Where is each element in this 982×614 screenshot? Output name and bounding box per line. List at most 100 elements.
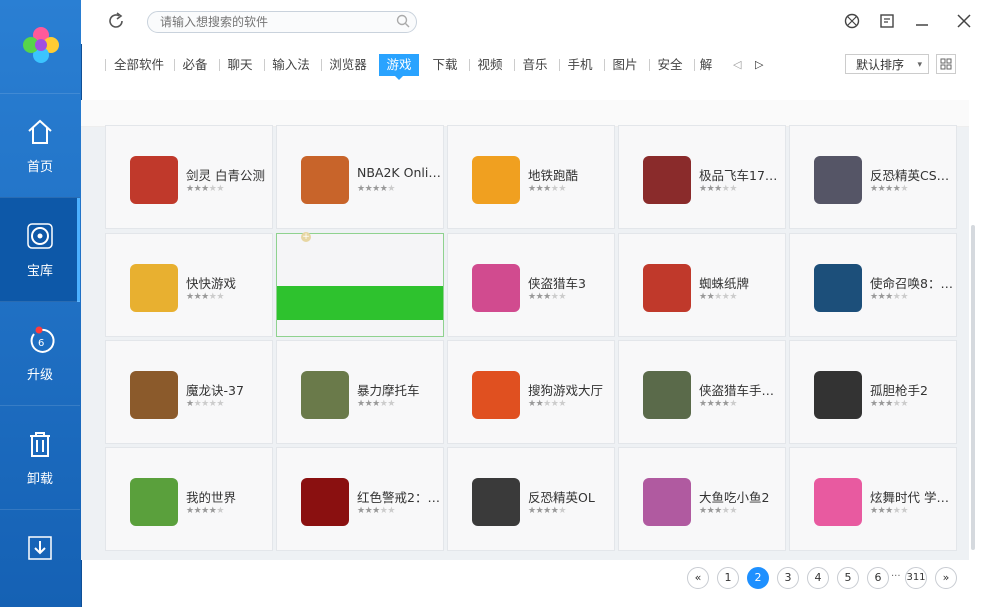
settings-icon[interactable] — [878, 12, 896, 30]
game-name: 使命召唤8：现... — [870, 276, 956, 291]
star-icon: ★ — [528, 506, 536, 516]
sidebar-item-home[interactable]: 首页 — [0, 93, 80, 198]
game-name: 侠盗猎车3 — [528, 276, 586, 291]
game-card[interactable]: 反恐精英CS1.5 ★★★★★ — [789, 125, 957, 229]
game-card[interactable]: 剑灵 白青公测 ★★★★★ — [105, 125, 273, 229]
sidebar-item-upgrade[interactable]: 6 升级 — [0, 301, 80, 406]
star-icon: ★ — [699, 506, 707, 516]
game-card[interactable]: 魔龙诀-37 ★★★★★ — [105, 340, 273, 444]
tab-download[interactable]: 下载 — [427, 54, 463, 76]
add-icon[interactable]: + — [301, 232, 311, 242]
game-card[interactable]: 搜狗游戏大厅 ★★★★★ — [447, 340, 615, 444]
star-rating: ★★★★★ — [699, 506, 737, 516]
page-button[interactable]: 2 — [747, 567, 769, 589]
page-button[interactable]: 1 — [717, 567, 739, 589]
tab-essentials[interactable]: 必备 — [177, 54, 213, 76]
tab-music[interactable]: 音乐 — [517, 54, 553, 76]
game-name: 红色警戒2：尤... — [357, 490, 443, 505]
tabs-prev-icon[interactable]: ◁ — [733, 58, 741, 71]
star-icon: ★ — [729, 292, 737, 302]
game-name: 蜘蛛纸牌 — [699, 276, 750, 291]
game-card[interactable]: 暴力摩托车 ★★★★★ — [276, 340, 444, 444]
star-rating: ★★★★★ — [528, 292, 566, 302]
tab-more[interactable]: 解 — [697, 54, 715, 76]
first-page-icon[interactable]: « — [687, 567, 709, 589]
search-icon[interactable] — [396, 14, 410, 28]
game-card[interactable]: 使命召唤8：现... ★★★★★ — [789, 233, 957, 337]
sort-dropdown[interactable]: 默认排序 ▾ — [845, 54, 929, 74]
scrollbar[interactable] — [971, 225, 975, 550]
star-icon: ★ — [558, 399, 566, 409]
tab-browser[interactable]: 浏览器 — [324, 54, 372, 76]
refresh-icon[interactable] — [107, 12, 125, 30]
minecraft-icon — [130, 478, 178, 526]
tab-divider — [469, 59, 470, 71]
star-icon: ★ — [528, 184, 536, 194]
game-card[interactable]: 反恐精英OL ★★★★★ — [447, 447, 615, 551]
game-card[interactable]: 孤胆枪手2 ★★★★★ — [789, 340, 957, 444]
game-card[interactable]: 侠盗猎车手：... ★★★★★ — [618, 340, 786, 444]
game-card[interactable]: 大鱼吃小鱼2 ★★★★★ — [618, 447, 786, 551]
star-icon: ★ — [216, 292, 224, 302]
page-button[interactable]: 3 — [777, 567, 799, 589]
star-rating: ★★★★★ — [357, 506, 395, 516]
grid-view-button[interactable] — [936, 54, 956, 74]
star-icon: ★ — [216, 184, 224, 194]
game-name: 反恐精英CS1.5 — [870, 168, 956, 183]
game-name: 快快游戏 — [186, 276, 237, 291]
sidebar: 首页 宝库 6 升级 卸载 — [0, 0, 82, 607]
game-card[interactable]: 蜘蛛纸牌 ★★★★★ — [618, 233, 786, 337]
search-box — [147, 11, 417, 33]
sidebar-item-label: 宝库 — [26, 264, 53, 279]
game-card[interactable]: 侠盗猎车3 ★★★★★ — [447, 233, 615, 337]
star-icon: ★ — [900, 506, 908, 516]
tab-chat[interactable]: 聊天 — [222, 54, 258, 76]
upgrade-icon: 6 — [30, 326, 55, 353]
star-icon: ★ — [729, 184, 737, 194]
star-rating: ★★★★★ — [870, 184, 908, 194]
minimize-icon[interactable] — [913, 12, 931, 30]
sidebar-item-library[interactable]: 宝库 — [0, 197, 80, 302]
star-rating: ★★★★★ — [357, 399, 395, 409]
search-input[interactable] — [158, 14, 392, 30]
sidebar-item-uninstall[interactable]: 卸载 — [0, 405, 80, 510]
star-rating: ★★★★★ — [870, 399, 908, 409]
last-page-icon[interactable]: » — [935, 567, 957, 589]
star-icon: ★ — [186, 292, 194, 302]
sidebar-item-downloads[interactable] — [0, 509, 80, 614]
game-card[interactable]: 快快游戏 ★★★★★ — [105, 233, 273, 337]
page-button[interactable]: 311 — [905, 567, 927, 589]
tabs-next-icon[interactable]: ▷ — [755, 58, 763, 71]
game-card[interactable]: 红色警戒2：尤... ★★★★★ — [276, 447, 444, 551]
tab-video[interactable]: 视频 — [472, 54, 508, 76]
game-card[interactable]: 我的世界 ★★★★★ — [105, 447, 273, 551]
grid-icon — [940, 58, 952, 70]
install-highlight-bar[interactable] — [277, 286, 443, 320]
page-button[interactable]: 6 — [867, 567, 889, 589]
game-card[interactable]: 极品飞车17：... ★★★★★ — [618, 125, 786, 229]
game-grid: 剑灵 白青公测 ★★★★★ NBA2K Online ★★★★★ 地铁跑酷 ★★★★★ 极品… — [81, 100, 969, 560]
tab-divider — [694, 59, 695, 71]
game-card-hover[interactable]: + — [276, 232, 444, 337]
game-name: 孤胆枪手2 — [870, 383, 928, 398]
game-card[interactable]: NBA2K Online ★★★★★ — [276, 125, 444, 229]
tab-all-software[interactable]: 全部软件 — [109, 54, 169, 76]
close-icon[interactable] — [955, 12, 973, 30]
tab-images[interactable]: 图片 — [607, 54, 643, 76]
page-button[interactable]: 4 — [807, 567, 829, 589]
star-icon: ★ — [372, 184, 380, 194]
star-icon: ★ — [216, 399, 224, 409]
game-card[interactable]: 地铁跑酷 ★★★★★ — [447, 125, 615, 229]
tab-input-method[interactable]: 输入法 — [267, 54, 315, 76]
tab-games[interactable]: 游戏 — [379, 54, 419, 80]
skin-icon[interactable] — [843, 12, 861, 30]
red-alert-icon — [301, 478, 349, 526]
star-icon: ★ — [558, 184, 566, 194]
game-card[interactable]: 炫舞时代 学长... ★★★★★ — [789, 447, 957, 551]
tab-security[interactable]: 安全 — [652, 54, 688, 76]
star-icon: ★ — [900, 399, 908, 409]
heart-crown-icon — [814, 478, 862, 526]
star-rating: ★★★★★ — [186, 292, 224, 302]
tab-mobile[interactable]: 手机 — [562, 54, 598, 76]
page-button[interactable]: 5 — [837, 567, 859, 589]
